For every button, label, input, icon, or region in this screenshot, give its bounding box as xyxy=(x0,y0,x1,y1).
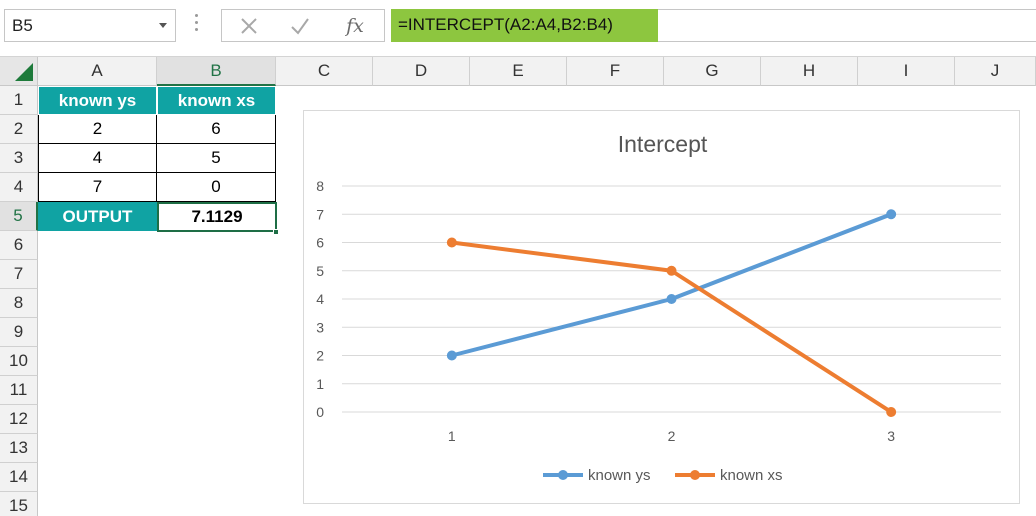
cell-a5[interactable]: OUTPUT xyxy=(38,202,157,231)
legend-marker xyxy=(558,470,568,480)
fill-handle[interactable] xyxy=(273,229,279,235)
data-point xyxy=(666,294,677,304)
column-header-d[interactable]: D xyxy=(373,57,470,86)
data-point xyxy=(446,350,457,361)
formula-input[interactable]: =INTERCEPT(A2:A4,B2:B4) xyxy=(391,9,658,42)
legend-marker xyxy=(690,470,700,480)
name-box[interactable]: B5 xyxy=(4,9,176,42)
row-header-10[interactable]: 10 xyxy=(0,347,38,376)
column-header-c[interactable]: C xyxy=(276,57,373,86)
check-icon[interactable] xyxy=(285,14,315,38)
cell-a3[interactable]: 4 xyxy=(38,144,157,173)
x-tick-label: 3 xyxy=(887,428,895,444)
y-tick-label: 4 xyxy=(316,291,324,307)
select-all-icon xyxy=(15,63,33,81)
data-point xyxy=(446,237,457,248)
legend-label: known xs xyxy=(720,467,783,484)
row-header-15[interactable]: 15 xyxy=(0,492,38,516)
y-tick-label: 1 xyxy=(316,376,324,392)
chart[interactable]: Intercept 0 1 2 3 4 5 6 7 8 1 2 3 known ys known xs xyxy=(303,110,1020,504)
row-header-1[interactable]: 1 xyxy=(0,86,38,115)
cell-b1[interactable]: known xs xyxy=(157,86,276,115)
formula-bar: B5 fx =INTERCEPT(A2:A4,B2:B4) xyxy=(0,0,1036,50)
data-point xyxy=(666,265,677,276)
row-header-11[interactable]: 11 xyxy=(0,376,38,405)
chevron-down-icon[interactable] xyxy=(159,23,167,28)
select-all-button[interactable] xyxy=(0,57,38,86)
column-header-h[interactable]: H xyxy=(761,57,858,86)
row-header-3[interactable]: 3 xyxy=(0,144,38,173)
row-header-14[interactable]: 14 xyxy=(0,463,38,492)
y-tick-label: 5 xyxy=(316,263,324,279)
row-header-6[interactable]: 6 xyxy=(0,231,38,260)
column-header-i[interactable]: I xyxy=(858,57,955,86)
row-header-12[interactable]: 12 xyxy=(0,405,38,434)
row-header-2[interactable]: 2 xyxy=(0,115,38,144)
formula-text: =INTERCEPT(A2:A4,B2:B4) xyxy=(398,15,613,34)
data-point xyxy=(886,209,897,220)
row-header-7[interactable]: 7 xyxy=(0,260,38,289)
column-header-j[interactable]: J xyxy=(955,57,1036,86)
cell-a2[interactable]: 2 xyxy=(38,115,157,144)
drag-handle-icon[interactable] xyxy=(195,14,199,36)
data-point xyxy=(886,407,897,417)
column-header-b[interactable]: B xyxy=(157,57,276,86)
chart-plot: 0 1 2 3 4 5 6 7 8 1 2 3 known ys known xs xyxy=(316,178,1001,484)
cell-a1[interactable]: known ys xyxy=(38,86,157,115)
formula-buttons: fx xyxy=(221,9,385,42)
insert-function-button[interactable]: fx xyxy=(340,14,370,38)
series-line xyxy=(451,212,892,358)
row-header-5[interactable]: 5 xyxy=(0,202,38,231)
column-header-g[interactable]: G xyxy=(664,57,761,86)
cell-b4[interactable]: 0 xyxy=(157,173,276,202)
y-tick-label: 8 xyxy=(316,178,324,194)
close-icon[interactable] xyxy=(234,14,264,38)
y-tick-label: 2 xyxy=(316,348,324,364)
y-tick-label: 3 xyxy=(316,319,324,335)
x-tick-label: 2 xyxy=(668,428,676,444)
column-header-f[interactable]: F xyxy=(567,57,664,86)
row-header-9[interactable]: 9 xyxy=(0,318,38,347)
y-tick-label: 7 xyxy=(316,206,324,222)
formula-input-extension[interactable] xyxy=(658,9,1036,42)
cell-a4[interactable]: 7 xyxy=(38,173,157,202)
row-header-13[interactable]: 13 xyxy=(0,434,38,463)
column-header-e[interactable]: E xyxy=(470,57,567,86)
fx-icon: fx xyxy=(346,15,364,37)
row-header-8[interactable]: 8 xyxy=(0,289,38,318)
y-tick-label: 6 xyxy=(316,235,324,251)
cell-b5[interactable]: 7.1129 xyxy=(157,202,277,232)
cell-b2[interactable]: 6 xyxy=(157,115,276,144)
column-header-a[interactable]: A xyxy=(38,57,157,86)
x-tick-label: 1 xyxy=(448,428,456,444)
name-box-value: B5 xyxy=(12,16,33,35)
legend-label: known ys xyxy=(588,467,651,484)
y-tick-label: 0 xyxy=(316,404,324,420)
cell-b3[interactable]: 5 xyxy=(157,144,276,173)
row-header-4[interactable]: 4 xyxy=(0,173,38,202)
